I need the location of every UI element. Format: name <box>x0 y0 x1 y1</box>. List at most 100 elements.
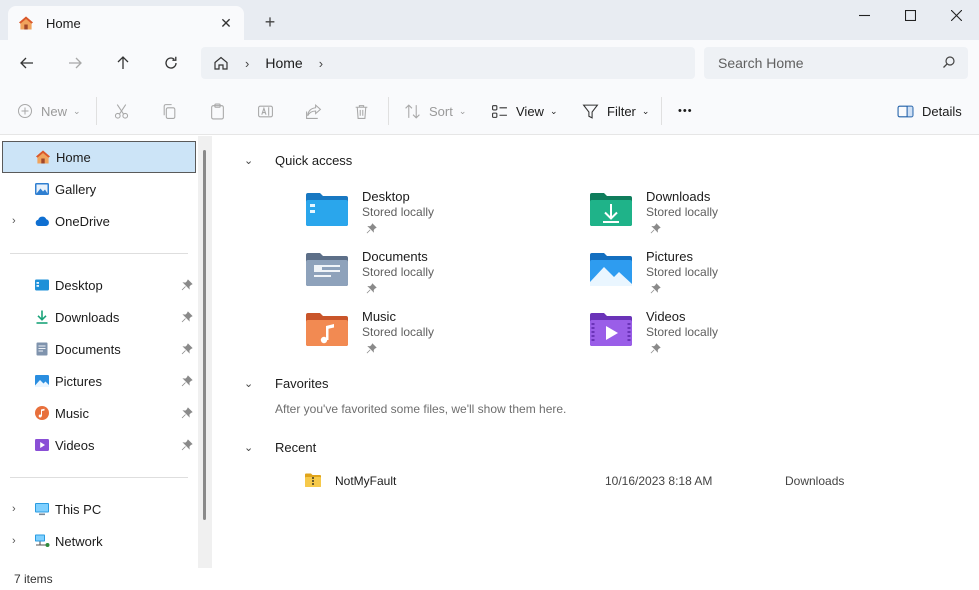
quick-access-item-downloads[interactable]: Downloads Stored locally <box>589 189 849 243</box>
paste-button[interactable] <box>209 100 234 122</box>
close-icon[interactable] <box>933 4 979 26</box>
sidebar-item-music[interactable]: Music <box>2 397 196 429</box>
sort-icon <box>405 103 420 119</box>
status-bar: 7 items <box>0 568 979 590</box>
filter-button[interactable]: Filter ⌄ <box>582 100 649 122</box>
title-bar: Home ✕ + <box>0 0 979 40</box>
sidebar-item-this-pc[interactable]: › This PC <box>2 493 196 525</box>
chevron-down-icon[interactable]: ⌄ <box>244 441 258 454</box>
pin-icon[interactable] <box>181 375 193 387</box>
sidebar-item-downloads[interactable]: Downloads <box>2 301 196 333</box>
pin-icon[interactable] <box>366 343 377 354</box>
more-options-button[interactable]: ••• <box>678 100 693 122</box>
up-arrow-icon[interactable] <box>110 52 136 74</box>
share-icon <box>306 103 322 119</box>
pin-icon[interactable] <box>181 407 193 419</box>
quick-access-header[interactable]: ⌄ Quick access <box>244 153 352 168</box>
sidebar-item-network[interactable]: › Network <box>2 525 196 557</box>
details-label: Details <box>922 103 962 119</box>
chevron-down-icon: ⌄ <box>549 105 558 116</box>
pin-icon[interactable] <box>650 283 661 294</box>
chevron-down-icon: ⌄ <box>641 105 650 116</box>
minimize-icon[interactable] <box>841 4 887 26</box>
recent-title: Recent <box>275 440 317 455</box>
chevron-right-icon[interactable]: › <box>319 56 323 71</box>
home-icon[interactable] <box>213 55 229 71</box>
search-icon[interactable] <box>942 55 956 69</box>
recent-file-row[interactable]: NotMyFault 10/16/2023 8:18 AM Downloads <box>302 470 952 492</box>
chevron-down-icon[interactable]: ⌄ <box>244 154 258 167</box>
view-button[interactable]: View ⌄ <box>491 100 558 122</box>
pin-icon[interactable] <box>181 311 193 323</box>
pin-icon[interactable] <box>650 343 661 354</box>
sidebar-item-onedrive[interactable]: › OneDrive <box>2 205 196 237</box>
paste-icon <box>211 103 224 119</box>
rename-button[interactable] <box>257 100 282 122</box>
address-bar[interactable]: › Home › <box>201 47 695 79</box>
quick-access-item-videos[interactable]: Videos Stored locally <box>589 309 849 363</box>
maximize-icon[interactable] <box>887 4 933 26</box>
zip-folder-icon <box>305 473 321 487</box>
quick-access-item-music[interactable]: Music Stored locally <box>305 309 565 363</box>
details-button[interactable]: Details <box>897 100 962 122</box>
scrollbar-thumb[interactable] <box>203 150 206 520</box>
tab-close-icon[interactable]: ✕ <box>218 15 234 31</box>
chevron-right-icon[interactable]: › <box>12 503 16 515</box>
sort-button[interactable]: Sort ⌄ <box>404 100 466 122</box>
sidebar-item-label: Gallery <box>55 181 97 197</box>
quick-access-status: Stored locally <box>646 325 719 339</box>
breadcrumb-home[interactable]: Home <box>265 55 302 71</box>
music-folder-icon <box>306 313 348 346</box>
cut-button[interactable] <box>113 100 138 122</box>
tab-home[interactable]: Home ✕ <box>8 6 244 40</box>
quick-access-item-documents[interactable]: Documents Stored locally <box>305 249 565 303</box>
sidebar-item-gallery[interactable]: Gallery <box>2 173 196 205</box>
copy-button[interactable] <box>161 100 186 122</box>
quick-access-item-pictures[interactable]: Pictures Stored locally <box>589 249 849 303</box>
sidebar-item-documents[interactable]: Documents <box>2 333 196 365</box>
sidebar-scrollbar[interactable] <box>198 136 212 568</box>
quick-access-status: Stored locally <box>646 205 719 219</box>
sidebar-item-label: OneDrive <box>55 213 110 229</box>
search-input[interactable] <box>704 47 968 79</box>
command-bar: New ⌄ Sort ⌄ View ⌄ Filter ⌄ ••• Details <box>0 87 979 135</box>
pin-icon[interactable] <box>650 223 661 234</box>
sidebar-item-desktop[interactable]: Desktop <box>2 269 196 301</box>
new-tab-icon[interactable]: + <box>260 13 280 33</box>
pin-icon[interactable] <box>181 343 193 355</box>
recent-header[interactable]: ⌄ Recent <box>244 440 316 455</box>
chevron-right-icon[interactable]: › <box>12 535 16 547</box>
recent-file-date: 10/16/2023 8:18 AM <box>605 474 713 488</box>
pin-icon[interactable] <box>366 223 377 234</box>
chevron-down-icon: ⌄ <box>458 105 467 116</box>
favorites-title: Favorites <box>275 376 329 391</box>
recent-file-name: NotMyFault <box>335 474 397 488</box>
chevron-right-icon[interactable]: › <box>12 215 16 227</box>
pin-icon[interactable] <box>181 439 193 451</box>
quick-access-name: Music <box>362 309 396 324</box>
share-button[interactable] <box>305 100 330 122</box>
back-arrow-icon[interactable] <box>14 52 40 74</box>
forward-arrow-icon[interactable] <box>62 52 88 74</box>
chevron-right-icon[interactable]: › <box>245 56 249 71</box>
tab-title: Home <box>46 15 81 31</box>
view-icon <box>492 104 507 118</box>
sidebar-item-home[interactable]: Home <box>2 141 196 173</box>
sidebar-item-pictures[interactable]: Pictures <box>2 365 196 397</box>
sidebar-item-videos[interactable]: Videos <box>2 429 196 461</box>
new-button[interactable]: New ⌄ <box>17 100 81 122</box>
home-icon <box>36 150 50 164</box>
pin-icon[interactable] <box>181 279 193 291</box>
pin-icon[interactable] <box>366 283 377 294</box>
favorites-header[interactable]: ⌄ Favorites <box>244 376 328 391</box>
quick-access-item-desktop[interactable]: Desktop Stored locally <box>305 189 565 243</box>
refresh-icon[interactable] <box>158 52 184 74</box>
quick-access-status: Stored locally <box>362 325 435 339</box>
quick-access-name: Downloads <box>646 189 711 204</box>
chevron-down-icon[interactable]: ⌄ <box>244 377 258 390</box>
document-icon <box>36 342 48 356</box>
delete-button[interactable] <box>353 100 378 122</box>
sidebar-divider <box>10 253 188 254</box>
quick-access-name: Desktop <box>362 189 410 204</box>
documents-folder-icon <box>306 253 348 286</box>
